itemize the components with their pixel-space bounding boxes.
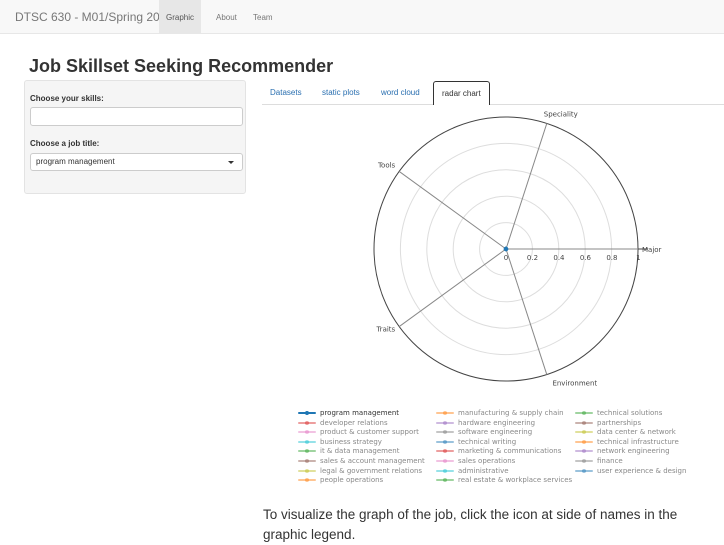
radar-data-point bbox=[503, 246, 509, 252]
legend-swatch-icon[interactable] bbox=[436, 468, 454, 473]
legend-label: technical writing bbox=[458, 437, 517, 446]
legend-swatch-icon[interactable] bbox=[298, 411, 316, 415]
legend-swatch-icon[interactable] bbox=[575, 468, 593, 473]
legend-swatch-icon[interactable] bbox=[575, 420, 593, 425]
legend-dot bbox=[443, 430, 447, 435]
legend-swatch-icon[interactable] bbox=[436, 439, 454, 444]
legend-label: technical infrastructure bbox=[597, 437, 679, 446]
legend-dot bbox=[582, 468, 586, 473]
legend-label: manufacturing & supply chain bbox=[458, 409, 564, 417]
radar-tick-label: 1 bbox=[636, 254, 640, 262]
legend-swatch-icon[interactable] bbox=[298, 449, 316, 454]
legend-label: hardware engineering bbox=[458, 418, 536, 427]
legend-swatch-icon[interactable] bbox=[298, 430, 316, 435]
radar-tick-labels: 0 0.2 0.4 0.6 0.8 1 bbox=[504, 254, 641, 262]
legend-swatch-icon[interactable] bbox=[298, 468, 316, 473]
legend-dot bbox=[305, 420, 309, 425]
radar-axis-label: Tools bbox=[377, 161, 396, 169]
legend-label: legal & government relations bbox=[320, 466, 423, 475]
legend-dot bbox=[305, 411, 309, 415]
radar-axis-line bbox=[505, 123, 548, 250]
legend-dot bbox=[305, 468, 309, 473]
legend-swatch-icon[interactable] bbox=[436, 478, 454, 483]
legend-swatch-icon[interactable] bbox=[436, 430, 454, 435]
legend-swatch-icon[interactable] bbox=[298, 459, 316, 463]
legend-label: it & data management bbox=[320, 447, 400, 456]
radar-tick-label: 0 bbox=[504, 254, 508, 262]
legend-label: sales & account management bbox=[320, 457, 425, 465]
legend-label: developer relations bbox=[320, 418, 388, 427]
legend-dot bbox=[443, 459, 447, 463]
legend-label: sales operations bbox=[458, 457, 516, 465]
radar-axis-line bbox=[398, 171, 507, 250]
radar-tick-label: 0.6 bbox=[580, 254, 592, 262]
legend-label: real estate & workplace services bbox=[458, 476, 573, 485]
legend-label: program management bbox=[320, 409, 399, 417]
legend-dot bbox=[582, 420, 586, 425]
legend-label: network engineering bbox=[597, 447, 670, 456]
legend-dot bbox=[582, 459, 586, 463]
radar-tick-label: 0.8 bbox=[606, 254, 617, 262]
legend-dot bbox=[582, 430, 586, 435]
legend-swatch-icon[interactable] bbox=[575, 439, 593, 444]
legend-label: data center & network bbox=[597, 428, 676, 437]
radar-axis-label: Traits bbox=[375, 326, 395, 334]
instructions-text: To visualize the graph of the job, click… bbox=[263, 507, 678, 542]
legend-swatch-icon[interactable] bbox=[575, 459, 593, 463]
legend-dot bbox=[305, 430, 309, 435]
legend-dot bbox=[443, 468, 447, 473]
radar-tick-label: 0.4 bbox=[553, 254, 565, 262]
legend-label: technical solutions bbox=[597, 409, 663, 417]
radar-tick-label: 0.2 bbox=[527, 254, 538, 262]
legend-swatch-icon[interactable] bbox=[436, 420, 454, 425]
radar-axis-line bbox=[505, 248, 548, 375]
radar-axis-line bbox=[398, 248, 507, 327]
legend-dot bbox=[443, 449, 447, 454]
legend-dot bbox=[443, 420, 447, 425]
legend-dot bbox=[305, 449, 309, 454]
legend-dot bbox=[582, 411, 586, 415]
legend-dot bbox=[582, 439, 586, 444]
legend-dot bbox=[305, 459, 309, 463]
radar-axis-label: Environment bbox=[552, 380, 597, 388]
legend-dot bbox=[443, 439, 447, 444]
legend-label: business strategy bbox=[320, 437, 382, 446]
legend-label: software engineering bbox=[458, 428, 533, 437]
legend-swatch-icon[interactable] bbox=[436, 459, 454, 463]
legend-dot bbox=[305, 478, 309, 483]
legend-label: product & customer support bbox=[320, 428, 419, 437]
radar-axes bbox=[398, 123, 648, 375]
legend-label: user experience & design bbox=[597, 466, 687, 475]
legend-swatch-icon[interactable] bbox=[298, 439, 316, 444]
legend-swatch-icon[interactable] bbox=[298, 478, 316, 483]
legend-dot bbox=[443, 411, 447, 415]
legend-label: finance bbox=[597, 457, 623, 465]
legend-label: partnerships bbox=[597, 418, 642, 427]
legend-swatch-icon[interactable] bbox=[575, 430, 593, 435]
legend-label: marketing & communications bbox=[458, 447, 562, 456]
legend-swatch-icon[interactable] bbox=[436, 449, 454, 454]
legend-label: administrative bbox=[458, 466, 509, 475]
legend-swatch-icon[interactable] bbox=[298, 420, 316, 425]
legend-swatch-icon[interactable] bbox=[436, 411, 454, 415]
radar-series bbox=[503, 246, 509, 252]
legend-label: people operations bbox=[320, 476, 384, 485]
legend-dot bbox=[305, 439, 309, 444]
chart-legend: program management developer relations pro… bbox=[298, 409, 718, 497]
radar-axis-label: Speciality bbox=[544, 110, 578, 118]
legend-dot bbox=[582, 449, 586, 454]
radar-axis-label: Major bbox=[642, 246, 662, 254]
legend-dot bbox=[443, 478, 447, 483]
legend-swatch-icon[interactable] bbox=[575, 411, 593, 415]
legend-swatch-icon[interactable] bbox=[575, 449, 593, 454]
